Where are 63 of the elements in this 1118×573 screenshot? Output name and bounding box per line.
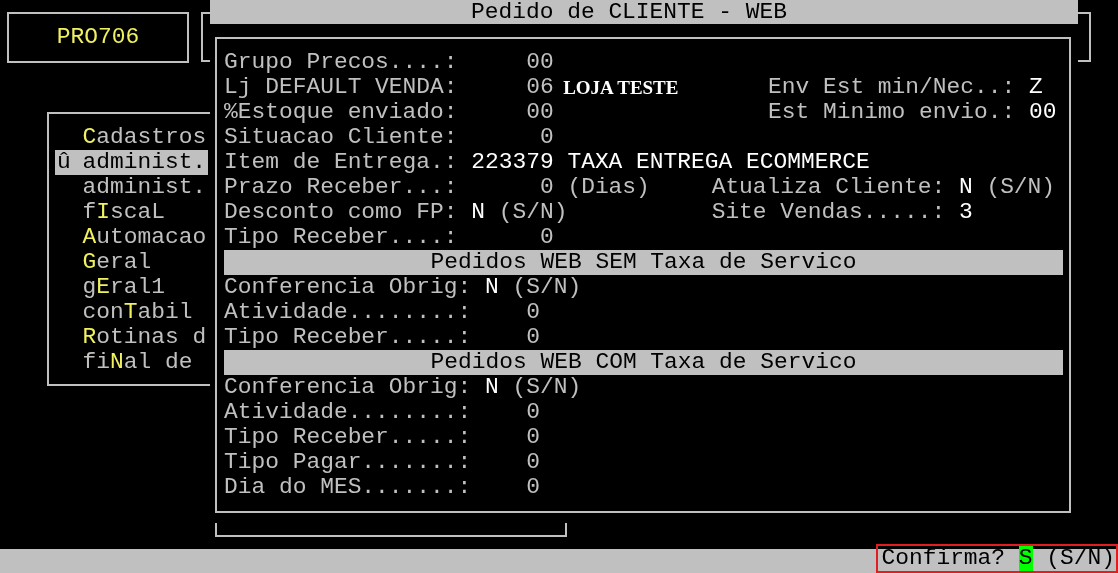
field-value: 0 (538, 175, 554, 200)
section-header: Pedidos WEB COM Taxa de Servico (224, 350, 1063, 375)
field-label: Conferencia Obrig: (224, 375, 472, 400)
field-note: (S/N) (512, 275, 582, 300)
field-label: Env Est min/Nec..: (767, 75, 1016, 100)
field-value: 0 (525, 400, 540, 425)
field-label: Atividade........: (224, 400, 472, 425)
field-value: 00 (1028, 100, 1057, 125)
field-value: 06 (525, 75, 554, 100)
menu-item[interactable]: û administ. (55, 150, 208, 175)
field-label: Atividade........: (224, 300, 472, 325)
field-label: Desconto como FP: (224, 200, 458, 225)
dialog-title: Pedido de CLIENTE - WEB (210, 0, 1078, 24)
field-label: Dia do MES.......: (224, 475, 472, 500)
menu-item[interactable]: Automacao (55, 225, 208, 250)
field-label: Item de Entrega.: (224, 150, 458, 175)
field-note: (S/N) (512, 375, 582, 400)
menu-item[interactable]: fIscaL (55, 200, 208, 225)
menu-item[interactable]: Cadastros (55, 125, 208, 150)
field-label: Atualiza Cliente: (711, 175, 946, 200)
field-label: Lj DEFAULT VENDA: (224, 75, 458, 100)
field-value: 3 (958, 200, 973, 225)
field-value: 0 (525, 475, 540, 500)
program-code: PRO706 (56, 25, 140, 50)
menu-item[interactable]: gEral1 (55, 275, 208, 300)
field-value: N (485, 375, 499, 400)
field-label: Tipo Receber....: (224, 225, 458, 250)
field-label: Site Vendas.....: (711, 200, 946, 225)
field-note: (S/N) (498, 200, 568, 225)
field-label: Tipo Receber.....: (224, 325, 472, 350)
menu-item[interactable]: fiNal de (55, 350, 208, 375)
field-note: LOJA TESTE (563, 76, 679, 100)
field-label: Est Minimo envio.: (767, 100, 1016, 125)
menu-item[interactable]: administ. (55, 175, 208, 200)
field-label: Grupo Precos....: (224, 50, 458, 75)
field-note: TAXA ENTREGA ECOMMERCE (567, 150, 870, 175)
answer-field[interactable]: S (1018, 546, 1033, 571)
field-label: Conferencia Obrig: (224, 275, 472, 300)
menu-item[interactable]: Rotinas d (55, 325, 208, 350)
field-label: Prazo Receber...: (224, 175, 458, 200)
field-value: 0 (538, 125, 554, 150)
field-value: N (485, 275, 499, 300)
menu-item[interactable]: Geral (55, 250, 208, 275)
field-label: %Estoque enviado: (224, 100, 458, 125)
field-value: 0 (525, 325, 540, 350)
confirm-prompt: Confirma? S (S/N) (876, 544, 1118, 573)
field-value: 00 (525, 100, 554, 125)
field-label: Situacao Cliente: (224, 125, 458, 150)
field-label: Tipo Receber.....: (224, 425, 472, 450)
field-value: 00 (525, 50, 554, 75)
field-value: 0 (525, 300, 540, 325)
field-note: (S/N) (986, 175, 1056, 200)
field-value: N (471, 200, 485, 225)
field-value: 0 (538, 225, 554, 250)
field-value: N (958, 175, 973, 200)
field-value: 0 (525, 450, 540, 475)
section-header: Pedidos WEB SEM Taxa de Servico (224, 250, 1063, 275)
field-note: (Dias) (567, 175, 650, 200)
field-value: 0 (525, 425, 540, 450)
field-value: 223379 (470, 150, 554, 175)
menu-item[interactable]: conTabil (55, 300, 208, 325)
field-value: Z (1028, 75, 1043, 100)
field-label: Tipo Pagar.......: (224, 450, 472, 475)
